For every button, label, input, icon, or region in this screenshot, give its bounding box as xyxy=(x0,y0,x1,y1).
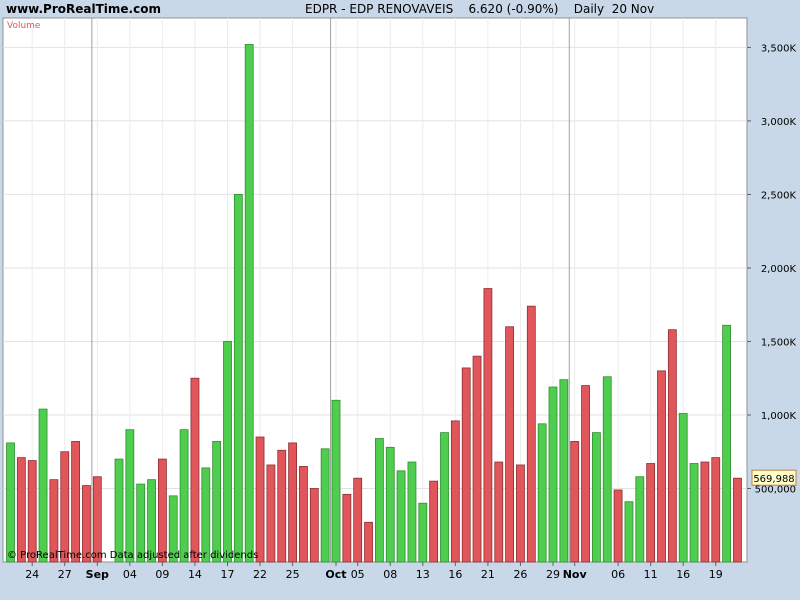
volume-bar xyxy=(678,413,688,563)
volume-bar xyxy=(125,429,135,563)
volume-bar xyxy=(548,386,558,563)
x-tick-label: 16 xyxy=(676,568,690,581)
x-tick-label: 24 xyxy=(25,568,39,581)
volume-bar xyxy=(581,385,590,563)
volume-bar xyxy=(353,477,363,563)
volume-bar xyxy=(364,521,373,563)
volume-bar xyxy=(407,461,417,563)
copyright-note: © ProRealTime.com Data adjusted after di… xyxy=(7,550,258,561)
volume-bar xyxy=(320,448,330,563)
x-tick-label: 25 xyxy=(286,568,300,581)
volume-bar xyxy=(71,441,80,563)
volume-bar xyxy=(309,488,319,563)
volume-bar xyxy=(592,432,601,563)
x-tick-label: 04 xyxy=(123,568,137,581)
volume-bar xyxy=(733,477,742,563)
volume-bar xyxy=(299,466,308,563)
volume-bar xyxy=(461,367,471,563)
x-tick-label: 16 xyxy=(448,568,462,581)
volume-bar xyxy=(646,463,656,563)
y-tick-label: 3,500K xyxy=(761,43,797,54)
volume-bar xyxy=(505,326,515,563)
volume-bar xyxy=(624,501,634,563)
x-tick-label: 21 xyxy=(481,568,495,581)
x-tick-label: 14 xyxy=(188,568,202,581)
volume-bar xyxy=(450,420,460,563)
volume-bar xyxy=(374,438,384,563)
volume-bar xyxy=(16,457,26,563)
volume-bar xyxy=(559,379,569,563)
last-value-label: 569,988 xyxy=(753,474,794,485)
volume-bar xyxy=(60,451,70,563)
volume-bar xyxy=(201,467,211,563)
volume-bar xyxy=(613,489,623,563)
volume-bar xyxy=(331,399,341,563)
x-tick-label: Oct xyxy=(325,568,346,581)
x-tick-label: 09 xyxy=(155,568,169,581)
volume-bar xyxy=(429,480,439,563)
volume-bar xyxy=(223,341,232,563)
y-tick-label: 2,500K xyxy=(761,190,797,201)
volume-bar xyxy=(6,442,15,563)
volume-bar xyxy=(266,464,276,563)
volume-bar xyxy=(711,457,721,563)
volume-bar xyxy=(190,377,200,563)
y-tick-label: 1,000K xyxy=(761,411,797,422)
x-tick-label: Nov xyxy=(563,568,588,581)
volume-bar xyxy=(602,376,612,563)
x-tick-label: 29 xyxy=(546,568,560,581)
x-tick-label: 08 xyxy=(383,568,397,581)
y-axis: 500,000 1,000K 1,500K 2,000K 2,500K 3,000K 3,5… xyxy=(747,43,796,495)
x-tick-label: 19 xyxy=(709,568,723,581)
volume-bar xyxy=(635,476,645,563)
volume-bar xyxy=(385,446,395,563)
volume-bar xyxy=(516,464,525,563)
volume-bar xyxy=(38,408,48,563)
volume-bar xyxy=(689,463,699,563)
volume-bar xyxy=(472,355,482,563)
volume-bar xyxy=(114,458,124,563)
y-tick-label: 3,000K xyxy=(761,117,797,128)
volume-bar xyxy=(27,460,37,563)
x-tick-label: 27 xyxy=(58,568,72,581)
volume-bar xyxy=(288,442,298,563)
volume-bar xyxy=(537,423,547,563)
y-tick-label: 1,500K xyxy=(761,337,797,348)
volume-bar xyxy=(255,436,265,563)
volume-bar xyxy=(277,449,287,563)
chart-root: www.ProRealTime.com EDPR - EDP RENOVAVEI… xyxy=(0,0,800,600)
volume-bar xyxy=(483,288,493,563)
x-axis: 24 27 Sep 04 09 14 17 22 25 Oct 05 08 13 16 21 26 29 Nov 0… xyxy=(25,562,723,581)
volume-bar xyxy=(396,470,406,563)
x-tick-label: 05 xyxy=(351,568,365,581)
volume-bar xyxy=(570,441,580,563)
volume-bar xyxy=(212,441,222,563)
volume-bar xyxy=(722,324,731,563)
x-tick-label: 22 xyxy=(253,568,267,581)
volume-bar xyxy=(244,44,254,563)
volume-bar xyxy=(233,194,243,563)
y-tick-label: 2,000K xyxy=(761,264,797,275)
x-tick-label: 17 xyxy=(221,568,235,581)
volume-bar xyxy=(700,461,710,563)
volume-bar xyxy=(657,370,666,563)
volume-bar xyxy=(667,329,677,563)
volume-bar xyxy=(494,461,504,563)
volume-bar xyxy=(440,432,449,563)
x-tick-label: 06 xyxy=(611,568,625,581)
volume-bar xyxy=(179,429,189,563)
volume-bar xyxy=(418,502,428,563)
volume-bar xyxy=(342,493,352,563)
volume-chart[interactable]: Volume © ProRealTime.com Data adjusted a… xyxy=(0,0,800,600)
volume-bar xyxy=(526,305,536,563)
volume-bar xyxy=(157,458,167,563)
x-tick-label: 11 xyxy=(644,568,658,581)
indicator-label: Volume xyxy=(7,21,41,31)
x-tick-label: Sep xyxy=(86,568,109,581)
x-tick-label: 13 xyxy=(416,568,430,581)
y-tick-label: 500,000 xyxy=(755,484,796,495)
last-value-marker: 569,988 xyxy=(751,469,797,486)
x-tick-label: 26 xyxy=(513,568,527,581)
